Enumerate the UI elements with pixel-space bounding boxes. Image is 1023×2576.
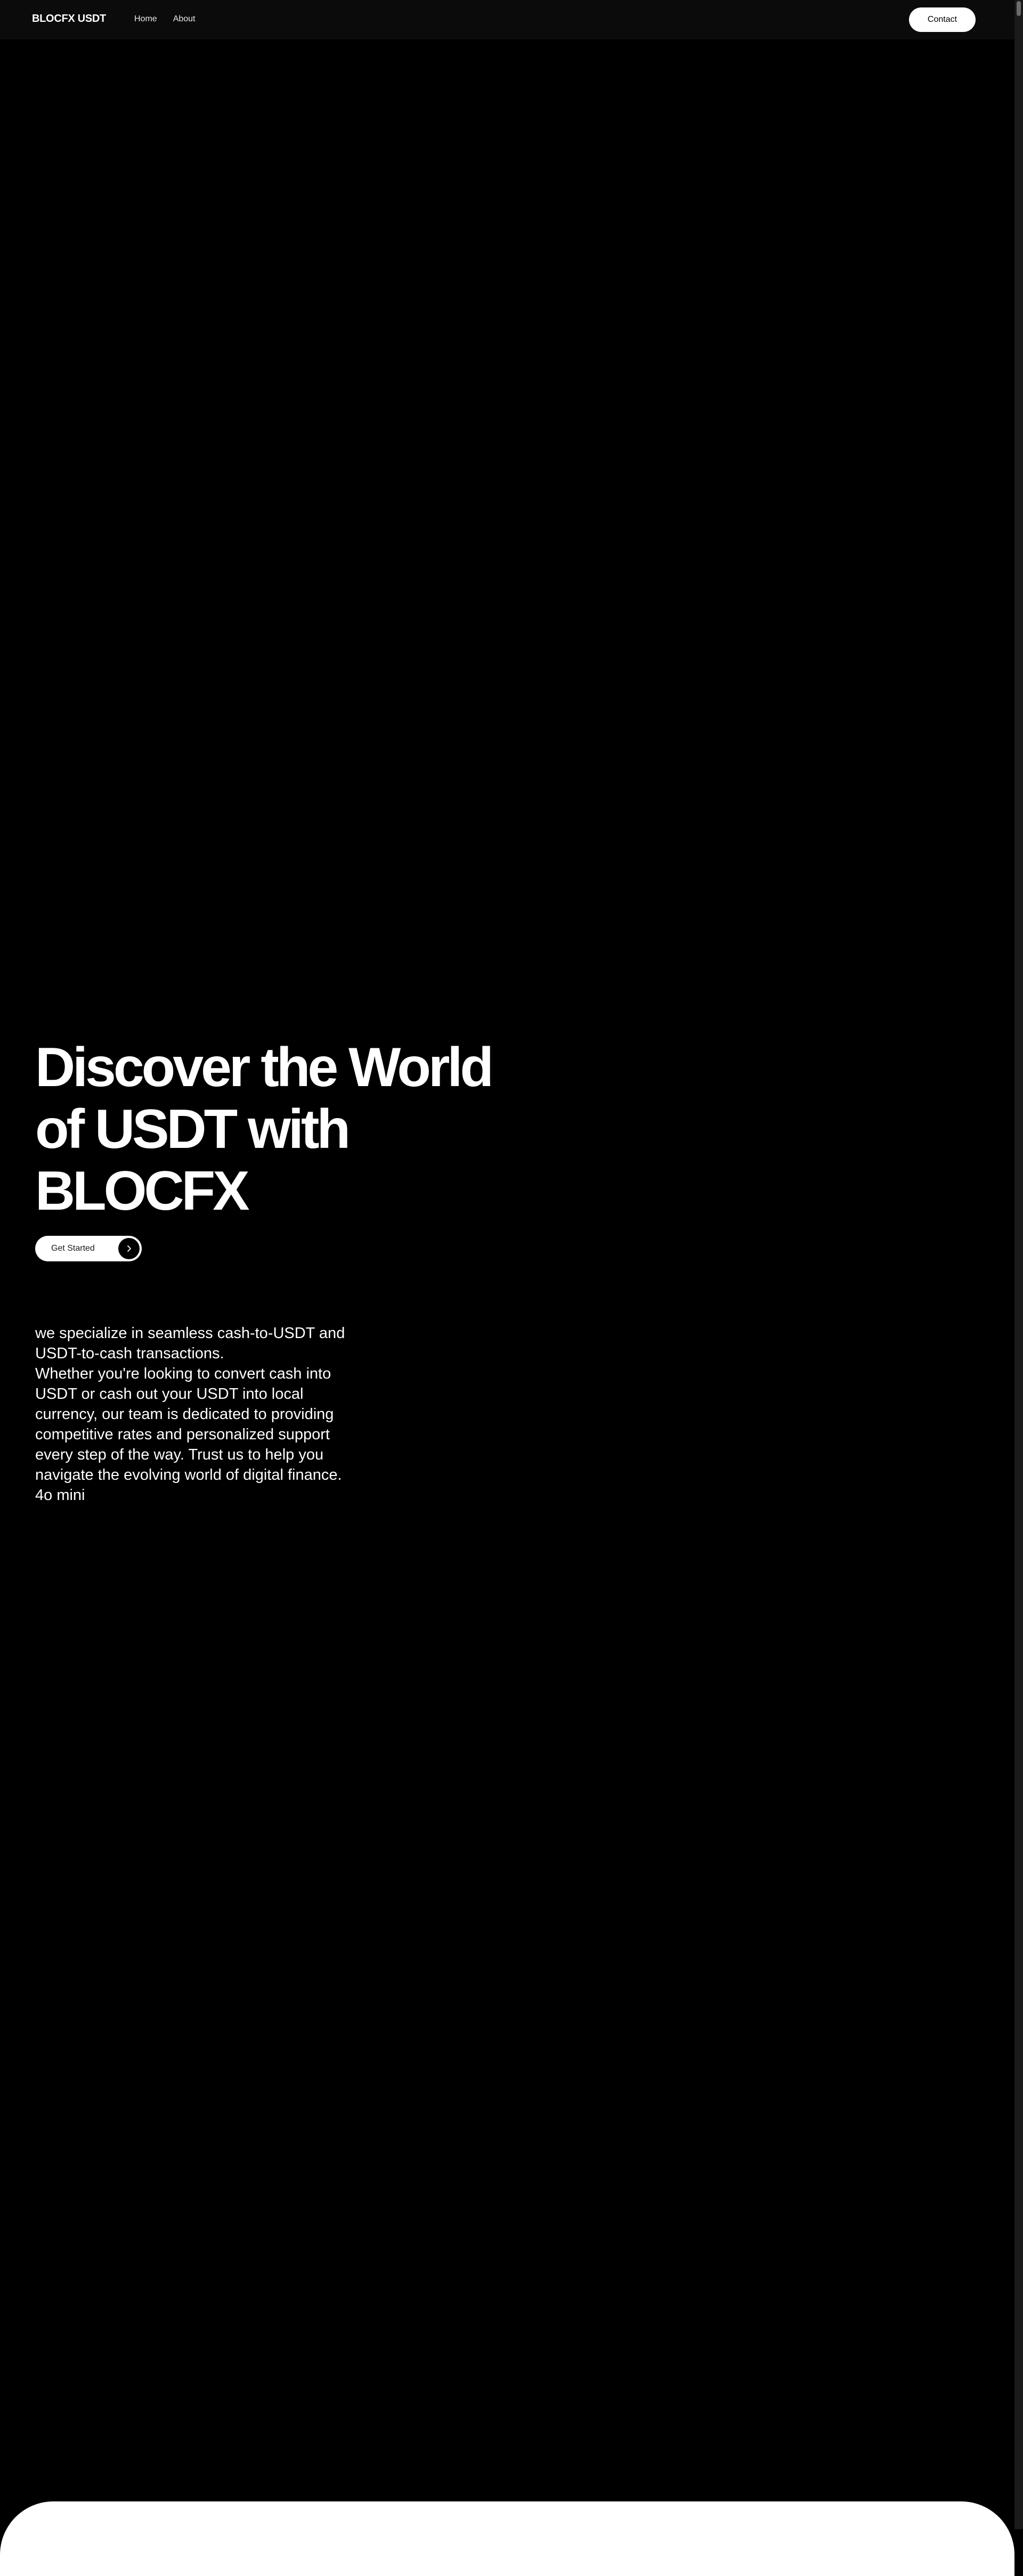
top-navbar: BLOCFX USDT Home About Contact bbox=[0, 0, 1014, 39]
intro-paragraph-3: 4o mini bbox=[35, 1487, 85, 1504]
intro-paragraph-1: we specialize in seamless cash-to-USDT a… bbox=[35, 1325, 345, 1362]
get-started-button[interactable]: Get Started bbox=[35, 1236, 142, 1261]
contact-button[interactable]: Contact bbox=[909, 7, 976, 32]
intro-text: we specialize in seamless cash-to-USDT a… bbox=[35, 1323, 366, 1505]
scrollbar-thumb[interactable] bbox=[1017, 1, 1021, 16]
brand-logo[interactable]: BLOCFX USDT bbox=[32, 13, 106, 25]
page-scrollbar[interactable] bbox=[1014, 0, 1023, 2529]
nav-link-home[interactable]: Home bbox=[134, 14, 157, 24]
get-started-label: Get Started bbox=[51, 1244, 95, 1253]
chevron-right-icon bbox=[118, 1238, 140, 1259]
intro-paragraph-2: Whether you're looking to convert cash i… bbox=[35, 1365, 342, 1483]
hero-title-line-3: BLOCFX bbox=[35, 1160, 250, 1222]
next-section-edge bbox=[0, 2501, 1014, 2576]
hero-title: Discover the World of USDT with BLOCFX bbox=[35, 1037, 515, 1222]
hero-title-line-1: Discover the World bbox=[35, 1037, 494, 1098]
nav-links: Home About bbox=[134, 14, 196, 24]
hero-title-line-2: of USDT with bbox=[35, 1098, 351, 1160]
nav-link-about[interactable]: About bbox=[173, 14, 196, 24]
